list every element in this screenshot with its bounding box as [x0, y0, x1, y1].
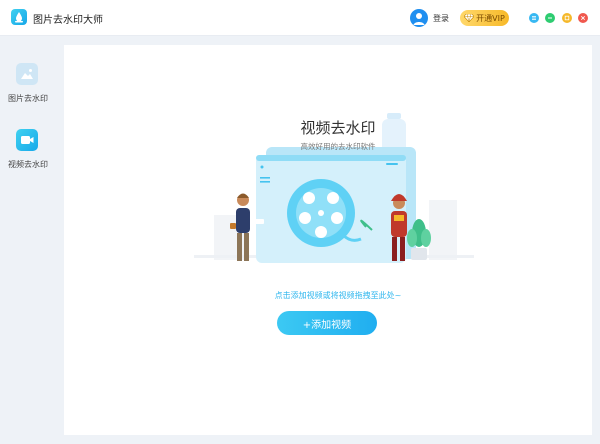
- drop-zone[interactable]: 视频去水印 高效好用的去水印软件 点击添加视频或将视频拖拽至此处~ +添加视频: [64, 45, 592, 435]
- diamond-icon: [463, 9, 475, 27]
- add-video-button[interactable]: +添加视频: [277, 311, 377, 335]
- app-title: 图片去水印大师: [33, 15, 103, 26]
- close-icon[interactable]: [578, 13, 588, 23]
- sidebar-item-image-watermark[interactable]: 图片去水印: [0, 63, 56, 119]
- open-vip-button[interactable]: 开通VIP: [460, 10, 509, 26]
- login-label: 登录: [433, 13, 449, 23]
- avatar: [410, 9, 428, 27]
- video-icon: [16, 129, 38, 151]
- image-icon: [16, 63, 38, 85]
- sidebar-item-label: 视频去水印: [8, 160, 48, 169]
- vip-label: 开通VIP: [476, 13, 505, 23]
- page-subtitle: 高效好用的去水印软件: [300, 142, 376, 151]
- minimize-icon[interactable]: [545, 13, 555, 23]
- maximize-icon[interactable]: [562, 13, 572, 23]
- login-button[interactable]: 登录: [410, 8, 449, 28]
- sidebar-item-label: 图片去水印: [8, 94, 48, 103]
- drop-hint-link[interactable]: 点击添加视频或将视频拖拽至此处~: [64, 290, 592, 301]
- sidebar: 图片去水印 视频去水印: [0, 37, 56, 444]
- sidebar-item-video-watermark[interactable]: 视频去水印: [0, 129, 56, 185]
- app-logo-icon: [11, 9, 27, 25]
- menu-icon[interactable]: [529, 13, 539, 23]
- title-bar: 图片去水印大师 登录 开通VIP: [0, 0, 600, 36]
- page-title: 视频去水印: [300, 119, 376, 137]
